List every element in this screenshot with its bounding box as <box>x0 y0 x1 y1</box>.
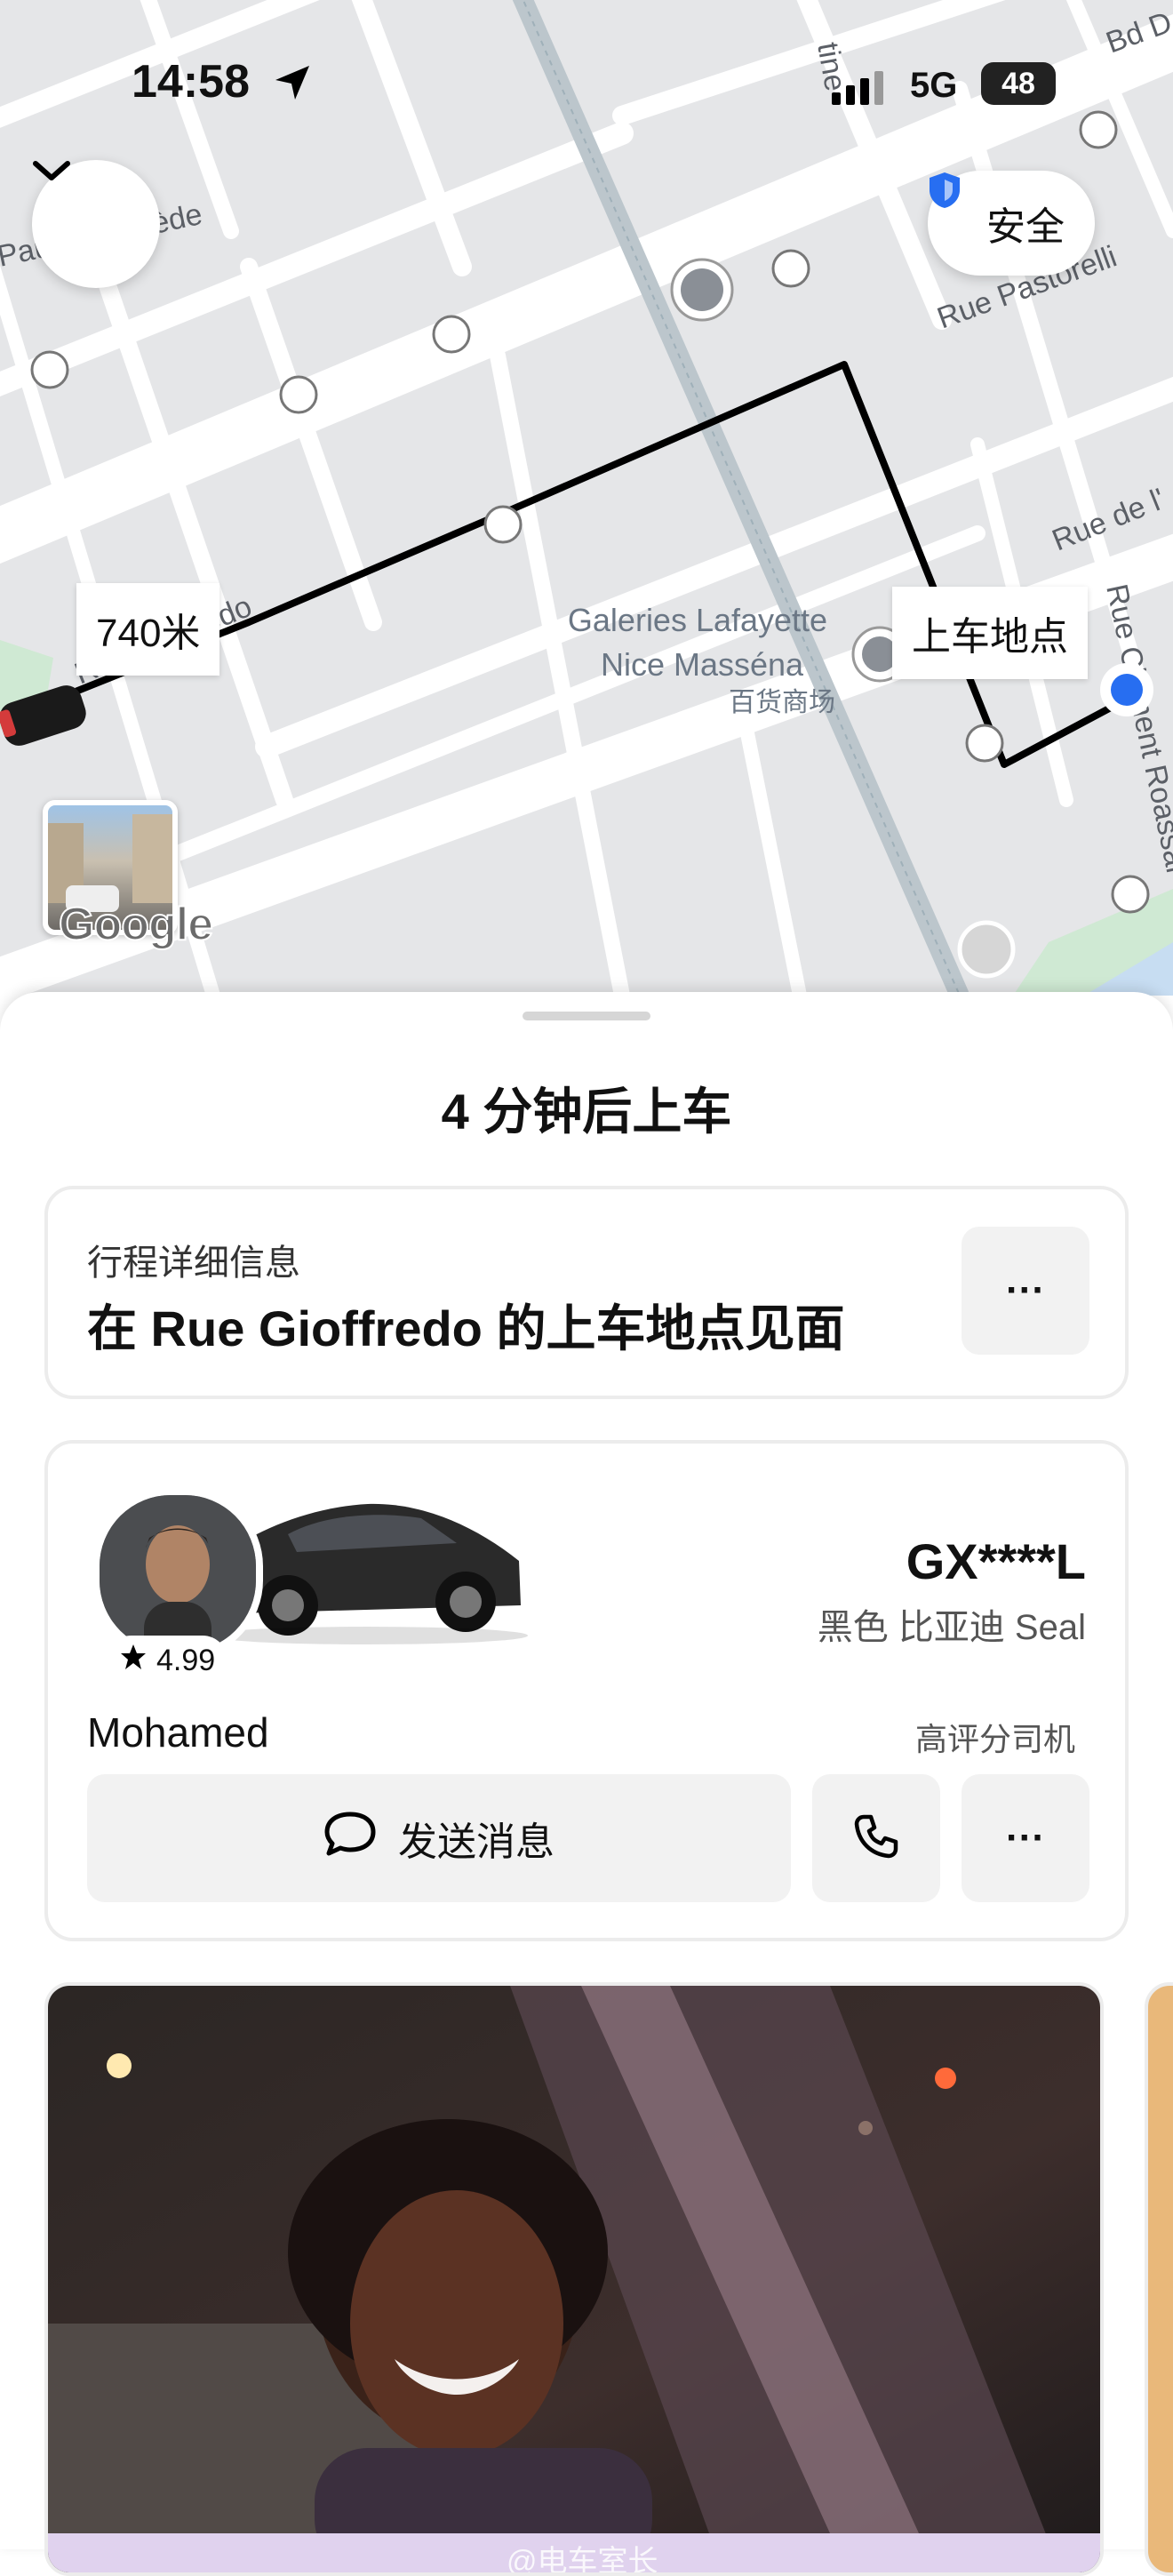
svg-text:Rue Clément Roassal: Rue Clément Roassal <box>1099 581 1173 876</box>
meeting-point-headline: 在 Rue Gioffredo 的上车地点见面 <box>87 1300 845 1356</box>
driver-card: 4.99 GX****L 黑色 比亚迪 Seal Mohamed 高评分司机 发… <box>44 1440 1129 1941</box>
pickup-label: 上车地点 <box>892 587 1088 679</box>
vehicle-description: 黑色 比亚迪 Seal <box>817 1608 1086 1647</box>
promo-photo <box>48 1986 1100 2572</box>
network-label: 5G <box>910 66 958 105</box>
safety-label: 安全 <box>986 205 1065 249</box>
distance-label: 740米 <box>76 583 220 676</box>
pickup-eta-title: 4 分钟后上车 <box>441 1084 732 1140</box>
trip-sheet: 4 分钟后上车 行程详细信息 在 Rue Gioffredo 的上车地点见面 ·… <box>0 992 1173 2576</box>
status-time: 14:58 <box>132 56 250 108</box>
top-rated-badge: 高评分司机 <box>914 1721 1075 1757</box>
trip-more-button[interactable]: ··· <box>962 1227 1089 1355</box>
star-icon <box>119 1643 148 1679</box>
driver-more-button[interactable]: ··· <box>962 1774 1089 1902</box>
poi-name-line1: Galeries Lafayette <box>568 602 827 638</box>
sheet-drag-handle[interactable] <box>523 1012 650 1020</box>
phone-icon <box>853 1813 899 1864</box>
license-plate: GX****L <box>906 1533 1086 1589</box>
next-promo-card[interactable] <box>1145 1982 1173 2576</box>
call-button[interactable] <box>812 1774 940 1902</box>
driver-avatar[interactable] <box>92 1488 263 1659</box>
trip-details-subtitle: 行程详细信息 <box>87 1244 300 1283</box>
map-view[interactable]: Paul Déroulède Rue Pastorelli Rue de l' … <box>0 0 1173 996</box>
watermark-text: @电车室长 <box>507 2545 658 2576</box>
rating-value: 4.99 <box>156 1643 216 1677</box>
trip-details-card[interactable]: 行程详细信息 在 Rue Gioffredo 的上车地点见面 ··· <box>44 1186 1129 1399</box>
collapse-map-button[interactable] <box>32 160 160 288</box>
promo-card[interactable]: @电车室长 <box>44 1982 1104 2576</box>
send-message-label: 发送消息 <box>398 1820 555 1864</box>
send-message-button[interactable]: 发送消息 <box>87 1774 791 1902</box>
driver-rating: 4.99 <box>107 1636 228 1685</box>
poi-name-line2: Nice Masséna <box>601 646 804 683</box>
poi-name-cn: 百货商场 <box>729 687 835 718</box>
google-logo: Google <box>58 898 214 951</box>
chat-bubble-icon <box>323 1811 377 1867</box>
battery-indicator: 48 <box>981 62 1056 105</box>
driver-name: Mohamed <box>87 1709 269 1756</box>
safety-button[interactable]: 安全 <box>928 171 1095 276</box>
